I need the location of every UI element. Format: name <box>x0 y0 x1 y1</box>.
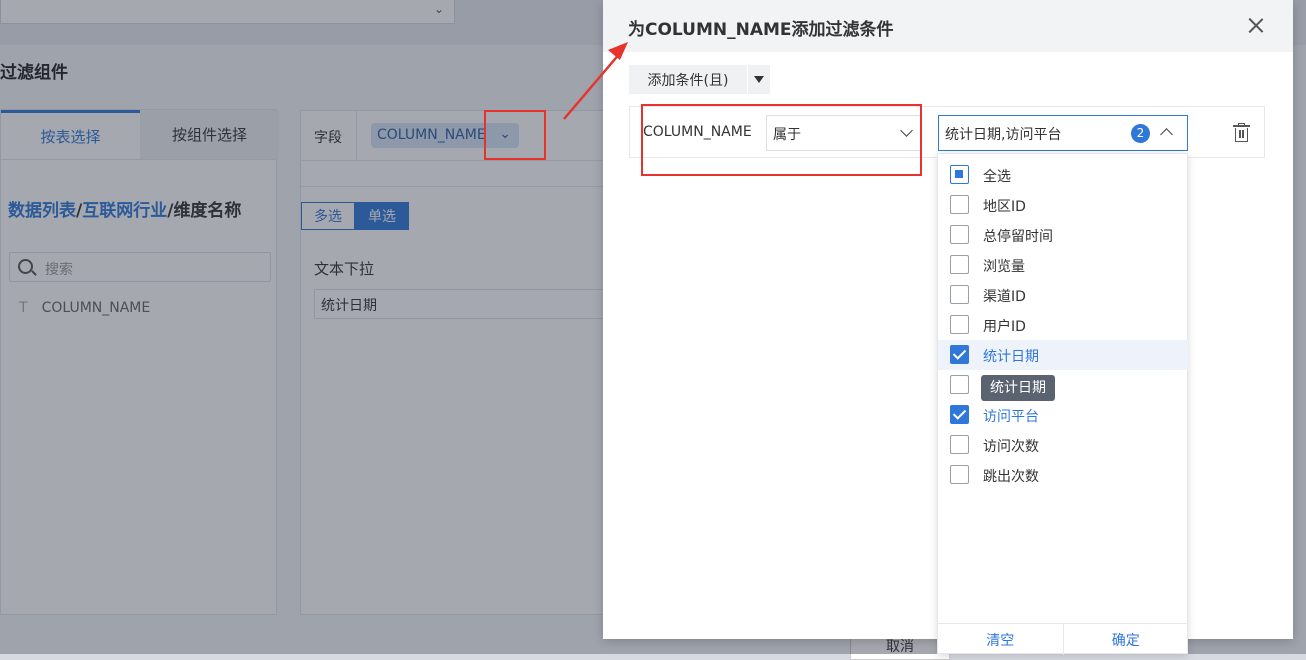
annotation-arrow <box>563 42 628 120</box>
